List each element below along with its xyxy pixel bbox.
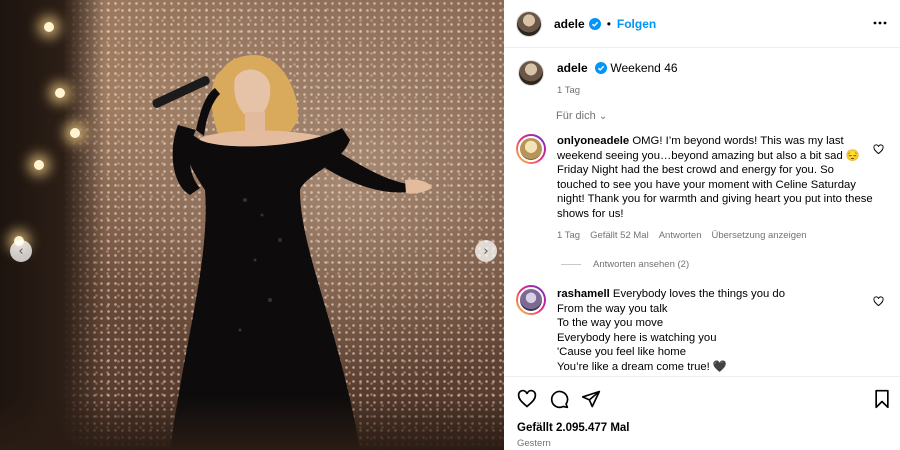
post-date: Gestern	[517, 438, 551, 449]
comment-time: 1 Tag	[557, 230, 581, 241]
comment-actions: 1 Tag Gefällt 52 Mal Antworten Übersetzu…	[557, 229, 875, 244]
author-avatar[interactable]	[516, 10, 542, 37]
comment-likes[interactable]: Gefällt 52 Mal	[590, 229, 649, 244]
post-media: ‹ ›	[0, 0, 504, 450]
post-caption: adele Weekend 46 1 Tag	[518, 60, 678, 99]
heart-icon[interactable]	[517, 389, 537, 409]
like-count[interactable]: Gefällt 2.095.477 Mal	[517, 422, 630, 434]
commenter-username[interactable]: onlyoneadele	[557, 135, 629, 147]
caption-avatar[interactable]	[518, 60, 544, 86]
more-options-icon[interactable]	[872, 15, 888, 31]
comment-line: You’re like a dream come true! 🖤	[557, 360, 727, 373]
singer-photo	[152, 55, 432, 450]
comment-line: From the way you talk	[557, 302, 668, 315]
comment-line: 'Cause you feel like home	[557, 346, 687, 358]
verified-badge-icon	[588, 17, 601, 30]
comment-icon[interactable]	[549, 389, 569, 409]
verified-badge-icon	[595, 62, 608, 74]
replies-divider	[561, 264, 581, 265]
comment-item: onlyoneadele OMG! I’m beyond words! This…	[516, 134, 888, 244]
post-header: adele • Folgen	[504, 0, 900, 48]
commenter-avatar[interactable]	[516, 134, 546, 164]
heart-icon[interactable]	[873, 144, 884, 155]
follow-button[interactable]: Folgen	[617, 17, 656, 31]
commenter-avatar[interactable]	[516, 285, 546, 315]
translate-button[interactable]: Übersetzung anzeigen	[711, 229, 806, 244]
commenter-username[interactable]: rashamell	[557, 288, 610, 300]
chevron-down-icon: ⌄	[598, 111, 608, 122]
caption-username[interactable]: adele	[557, 61, 588, 75]
separator-dot: •	[606, 16, 611, 31]
reply-button[interactable]: Antworten	[659, 229, 702, 244]
carousel-prev-button[interactable]: ‹	[10, 240, 32, 262]
bookmark-icon[interactable]	[872, 389, 892, 409]
carousel-next-button[interactable]: ›	[475, 240, 497, 262]
comment-line: To the way you move	[557, 317, 664, 329]
comment-item: rashamell Everybody loves the things you…	[516, 285, 888, 374]
author-username[interactable]: adele	[554, 17, 585, 31]
comment-line: Everybody loves the things you do	[612, 288, 785, 300]
comments-list[interactable]: adele Weekend 46 1 Tag Für dich ⌄ onlyon…	[504, 49, 900, 376]
stage-floor	[0, 395, 504, 450]
share-icon[interactable]	[581, 389, 601, 409]
for-you-label: Für dich	[556, 110, 596, 122]
caption-text: Weekend 46	[610, 61, 678, 75]
caption-time: 1 Tag	[557, 85, 581, 96]
post-actions: Gefällt 2.095.477 Mal Gestern	[504, 376, 900, 450]
comment-text: OMG! I’m beyond words! This was my last …	[557, 135, 873, 220]
comment-line: Everybody here is watching you	[557, 331, 717, 344]
heart-icon[interactable]	[873, 296, 884, 307]
view-replies-label: Antworten ansehen (2)	[593, 259, 690, 270]
for-you-dropdown[interactable]: Für dich ⌄	[556, 110, 607, 122]
post-panel: adele • Folgen adele Weekend 46 1 Tag Fü…	[504, 0, 900, 450]
view-replies-button[interactable]: Antworten ansehen (2)	[561, 259, 689, 270]
